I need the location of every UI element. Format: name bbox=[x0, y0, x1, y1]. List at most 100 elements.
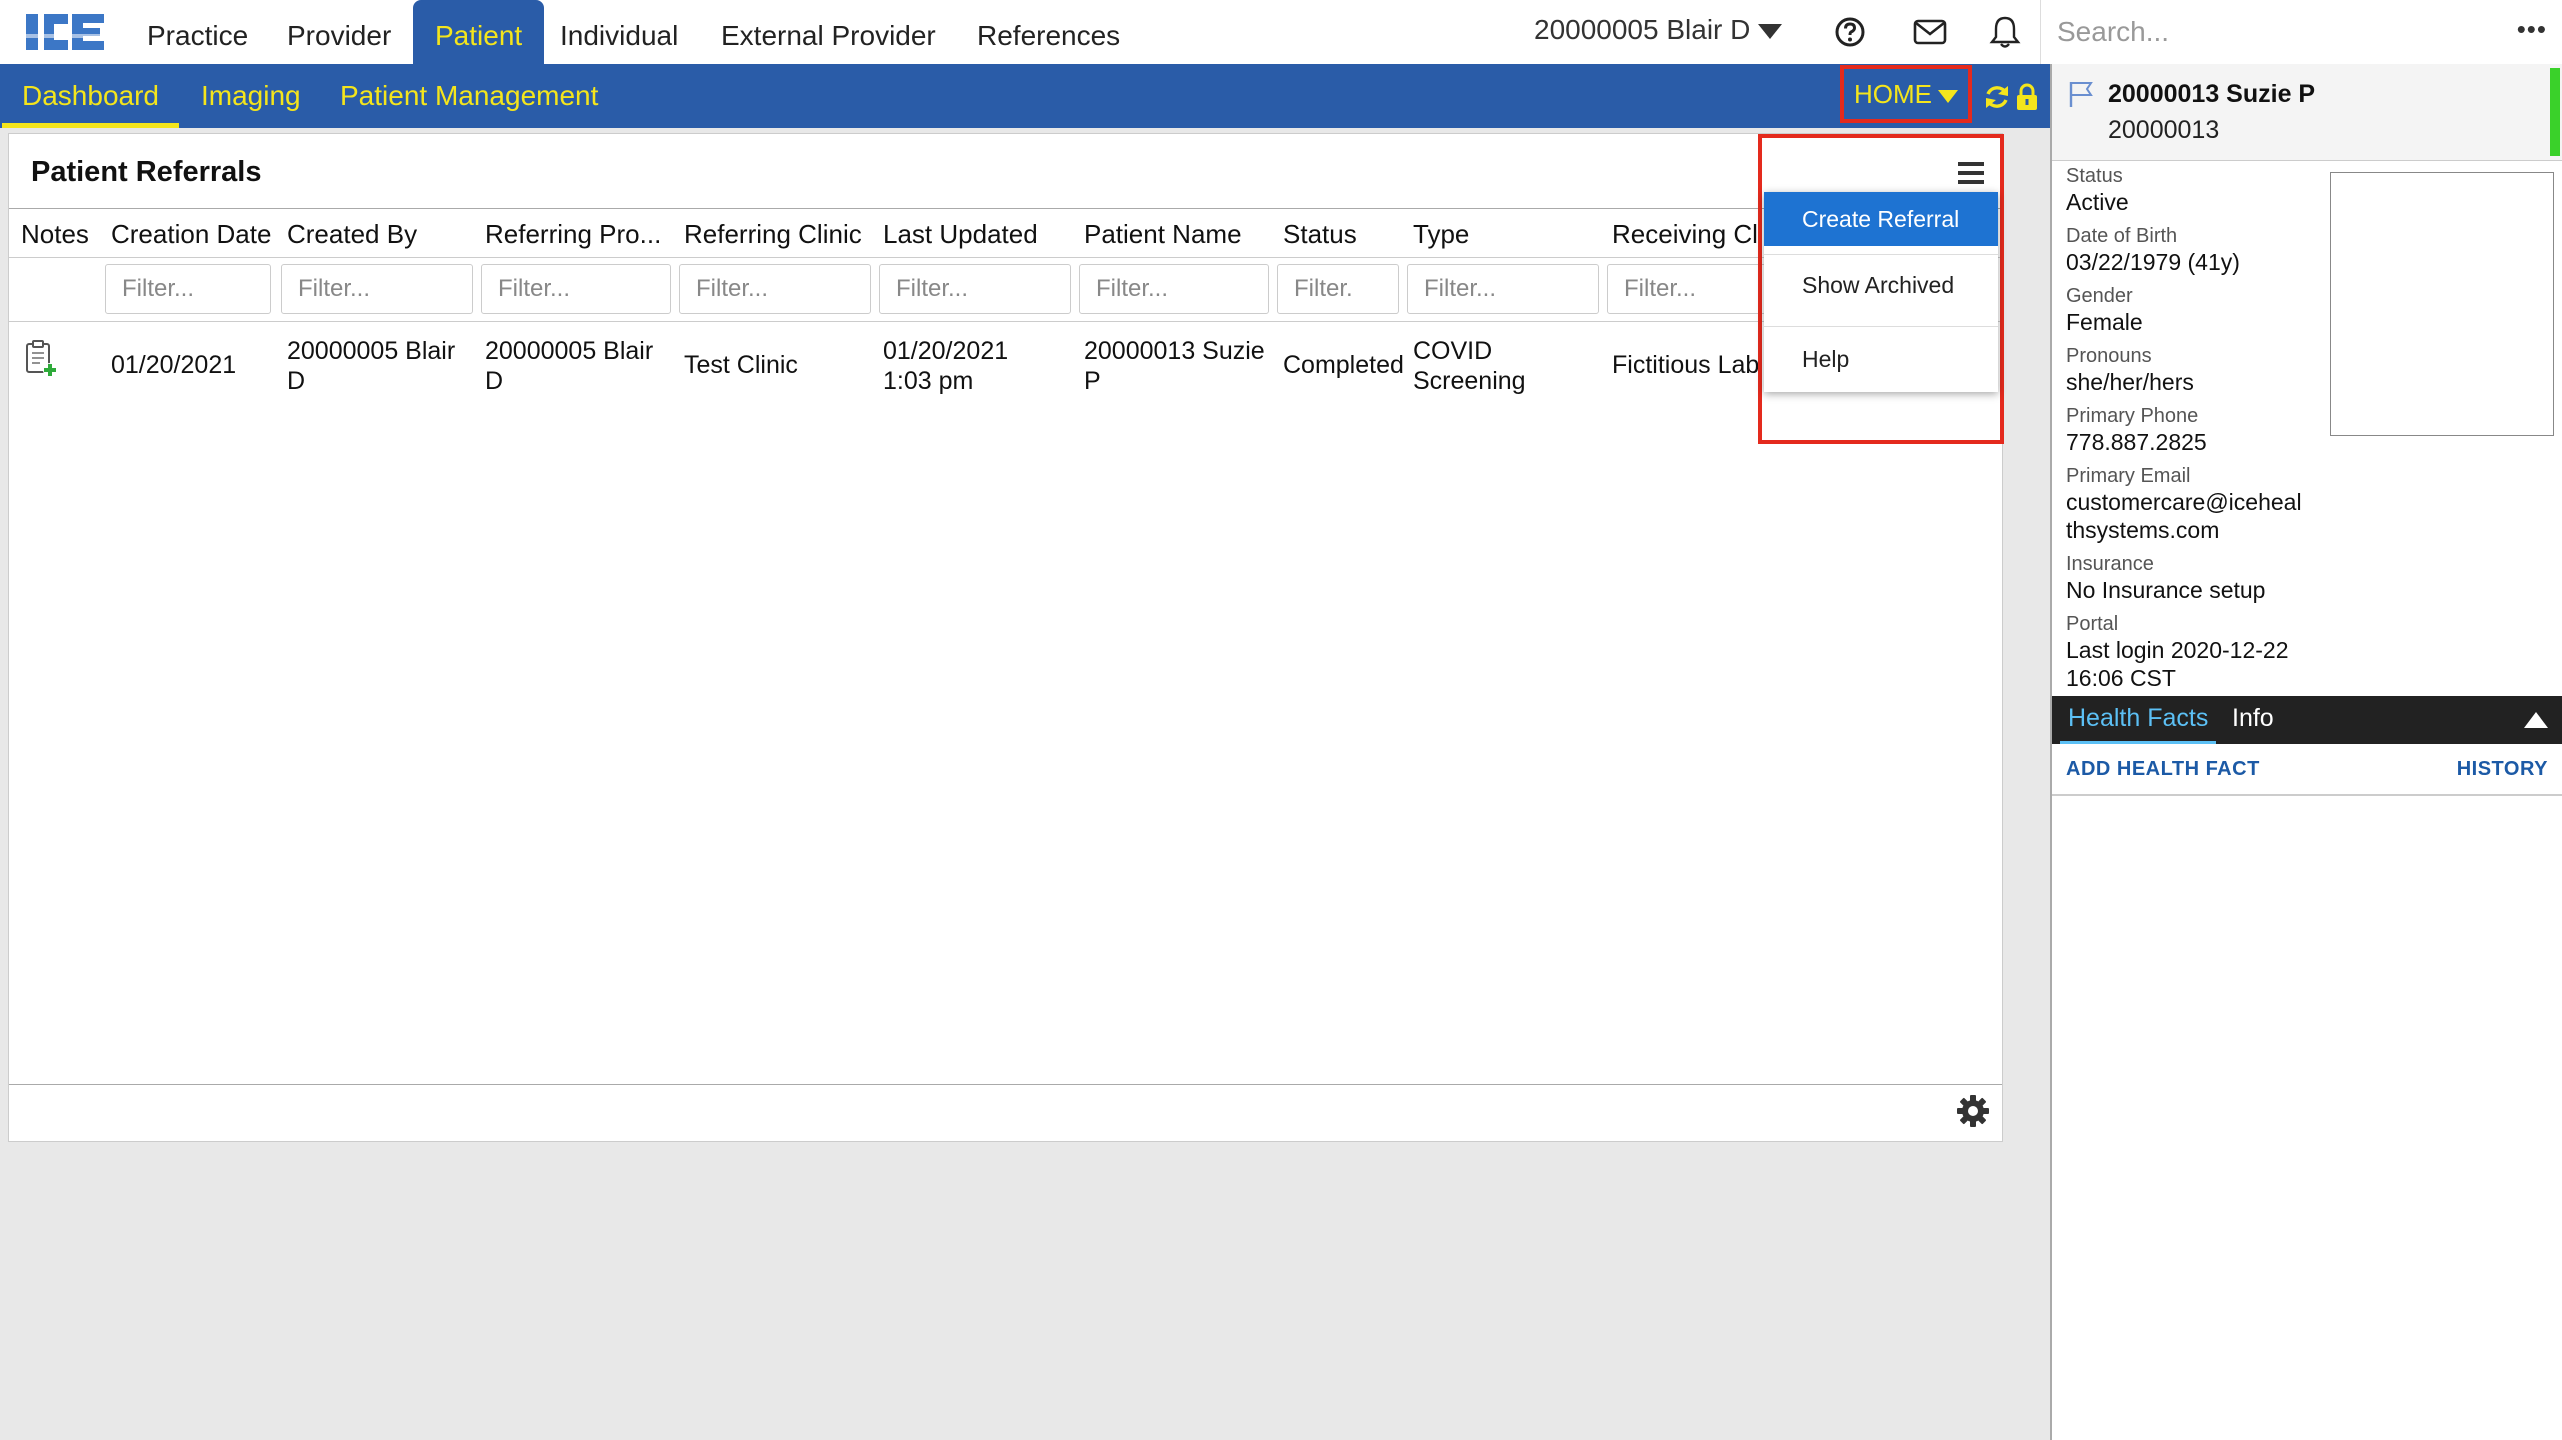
user-menu[interactable]: 20000005 Blair D bbox=[1534, 0, 1783, 64]
field-portal-value: Last login 2020-12-22 16:06 CST bbox=[2066, 637, 2289, 691]
field-dob-label: Date of Birth bbox=[2066, 225, 2178, 247]
cell-created-by: 20000005 Blair D bbox=[287, 336, 455, 396]
topnav-external-provider[interactable]: External Provider bbox=[721, 0, 936, 64]
tab-info[interactable]: Info bbox=[2232, 696, 2274, 744]
patient-photo[interactable] bbox=[2330, 172, 2554, 436]
panel-title: Patient Referrals bbox=[31, 156, 262, 188]
subnav-dashboard[interactable]: Dashboard bbox=[2, 64, 179, 128]
cell-created-by-line1: 20000005 Blair bbox=[287, 337, 456, 365]
topnav-provider[interactable]: Provider bbox=[287, 0, 391, 64]
filter-referring-clinic[interactable] bbox=[679, 264, 871, 314]
patient-summary-panel: 20000013 Suzie P 20000013 Status Active … bbox=[2050, 64, 2562, 1440]
add-health-fact-button[interactable]: ADD HEALTH FACT bbox=[2066, 758, 2260, 781]
column-header-notes[interactable]: Notes bbox=[21, 209, 89, 257]
clipboard-add-note-icon[interactable] bbox=[23, 338, 59, 378]
history-button[interactable]: HISTORY bbox=[2457, 758, 2548, 781]
search-area: ••• bbox=[2040, 0, 2561, 64]
field-pronouns: Pronouns she/her/hers bbox=[2066, 344, 2316, 396]
column-header-receiving-clinic[interactable]: Receiving Clin bbox=[1612, 209, 1762, 257]
collapse-up-icon[interactable] bbox=[2524, 712, 2548, 728]
user-name: 20000005 Blair D bbox=[1534, 14, 1751, 45]
cell-referring-provider-line1: 20000005 Blair bbox=[485, 337, 654, 365]
column-header-referring-clinic[interactable]: Referring Clinic bbox=[684, 209, 862, 257]
field-portal-label: Portal bbox=[2066, 613, 2119, 635]
cell-referring-provider-line2: D bbox=[485, 367, 504, 395]
filter-receiving-clinic[interactable] bbox=[1607, 264, 1767, 314]
menu-item-show-archived[interactable]: Show Archived bbox=[1764, 254, 1998, 316]
lock-icon[interactable] bbox=[2012, 82, 2042, 112]
cell-type-line2: Screening bbox=[1413, 367, 1526, 395]
status-indicator-bar bbox=[2550, 68, 2560, 156]
filter-last-updated[interactable] bbox=[879, 264, 1071, 314]
tab-health-facts[interactable]: Health Facts bbox=[2059, 696, 2217, 744]
table-row[interactable]: 01/20/2021 20000005 Blair D 20000005 Bla… bbox=[9, 322, 2002, 404]
field-primary-email: Primary Email customercare@icehealthsyst… bbox=[2066, 464, 2306, 544]
column-header-status[interactable]: Status bbox=[1283, 209, 1357, 257]
flag-icon[interactable] bbox=[2068, 80, 2094, 108]
cell-type-line1: COVID bbox=[1413, 337, 1493, 365]
health-facts-toolbar: ADD HEALTH FACT HISTORY bbox=[2052, 744, 2562, 796]
field-insurance-label: Insurance bbox=[2066, 553, 2154, 575]
subnav-imaging[interactable]: Imaging bbox=[201, 64, 301, 128]
filter-created-by[interactable] bbox=[281, 264, 473, 314]
field-pronouns-value: she/her/hers bbox=[2066, 369, 2194, 395]
subnav-patient-management[interactable]: Patient Management bbox=[340, 64, 598, 128]
chevron-down-icon bbox=[1758, 24, 1783, 40]
cell-last-updated: 01/20/2021 1:03 pm bbox=[883, 336, 1008, 396]
filter-type[interactable] bbox=[1407, 264, 1599, 314]
column-header-created-by[interactable]: Created By bbox=[287, 209, 417, 257]
search-input[interactable] bbox=[2055, 12, 2479, 52]
gear-icon[interactable] bbox=[1956, 1094, 1990, 1128]
patient-name: 20000013 Suzie P bbox=[2108, 80, 2316, 108]
menu-divider bbox=[1764, 326, 1998, 327]
patient-id: 20000013 bbox=[2108, 116, 2220, 144]
cell-receiving-clinic: Fictitious Lab bbox=[1612, 351, 1760, 379]
column-header-last-updated[interactable]: Last Updated bbox=[883, 209, 1038, 257]
referrals-table: Notes Creation Date Created By Referring… bbox=[9, 208, 2002, 1085]
menu-item-create-referral[interactable]: Create Referral bbox=[1764, 192, 1998, 246]
field-status-label: Status bbox=[2066, 165, 2123, 187]
cell-creation-date: 01/20/2021 bbox=[111, 351, 237, 379]
top-navigation-bar: Practice Provider Patient Individual Ext… bbox=[0, 0, 2562, 64]
filter-creation-date[interactable] bbox=[105, 264, 271, 314]
ice-logo[interactable] bbox=[24, 12, 106, 52]
filter-status[interactable] bbox=[1277, 264, 1399, 314]
field-pronouns-label: Pronouns bbox=[2066, 345, 2152, 367]
help-icon[interactable] bbox=[1832, 14, 1868, 50]
topnav-practice[interactable]: Practice bbox=[147, 0, 248, 64]
cell-patient-name-line2: P bbox=[1084, 367, 1101, 395]
field-primary-phone: Primary Phone 778.887.2825 bbox=[2066, 404, 2316, 456]
column-header-type[interactable]: Type bbox=[1413, 209, 1469, 257]
field-email-label: Primary Email bbox=[2066, 465, 2191, 487]
patient-header: 20000013 Suzie P 20000013 bbox=[2052, 64, 2562, 161]
home-dropdown-button[interactable]: HOME bbox=[1840, 65, 1972, 123]
field-date-of-birth: Date of Birth 03/22/1979 (41y) bbox=[2066, 224, 2316, 276]
field-insurance: Insurance No Insurance setup bbox=[2066, 552, 2316, 604]
cell-referring-clinic: Test Clinic bbox=[684, 351, 798, 379]
menu-item-help[interactable]: Help bbox=[1764, 328, 1998, 390]
cell-type: COVID Screening bbox=[1413, 336, 1526, 396]
filter-referring-provider[interactable] bbox=[481, 264, 671, 314]
topnav-references[interactable]: References bbox=[977, 0, 1120, 64]
column-header-creation-date[interactable]: Creation Date bbox=[111, 209, 271, 257]
more-options-icon[interactable]: ••• bbox=[2517, 14, 2547, 45]
field-status-value: Active bbox=[2066, 189, 2129, 215]
field-gender: Gender Female bbox=[2066, 284, 2316, 336]
field-gender-value: Female bbox=[2066, 309, 2143, 335]
field-phone-label: Primary Phone bbox=[2066, 405, 2199, 427]
field-dob-value: 03/22/1979 (41y) bbox=[2066, 249, 2240, 275]
column-header-patient-name[interactable]: Patient Name bbox=[1084, 209, 1242, 257]
topnav-individual[interactable]: Individual bbox=[560, 0, 678, 64]
bell-icon[interactable] bbox=[1987, 14, 2023, 50]
topnav-patient[interactable]: Patient bbox=[413, 0, 545, 64]
referrals-dropdown-menu: Create Referral Show Archived Help bbox=[1764, 192, 1998, 392]
filter-patient-name[interactable] bbox=[1079, 264, 1269, 314]
field-gender-label: Gender bbox=[2066, 285, 2133, 307]
refresh-icon[interactable] bbox=[1982, 82, 2012, 112]
field-email-value[interactable]: customercare@icehealthsystems.com bbox=[2066, 488, 2306, 544]
cell-last-updated-time: 1:03 pm bbox=[883, 367, 974, 395]
sub-navigation-bar: Dashboard Imaging Patient Management HOM… bbox=[0, 64, 2050, 128]
mail-icon[interactable] bbox=[1912, 14, 1948, 50]
table-header-row: Notes Creation Date Created By Referring… bbox=[9, 208, 2002, 258]
column-header-referring-provider[interactable]: Referring Pro... bbox=[485, 209, 661, 257]
